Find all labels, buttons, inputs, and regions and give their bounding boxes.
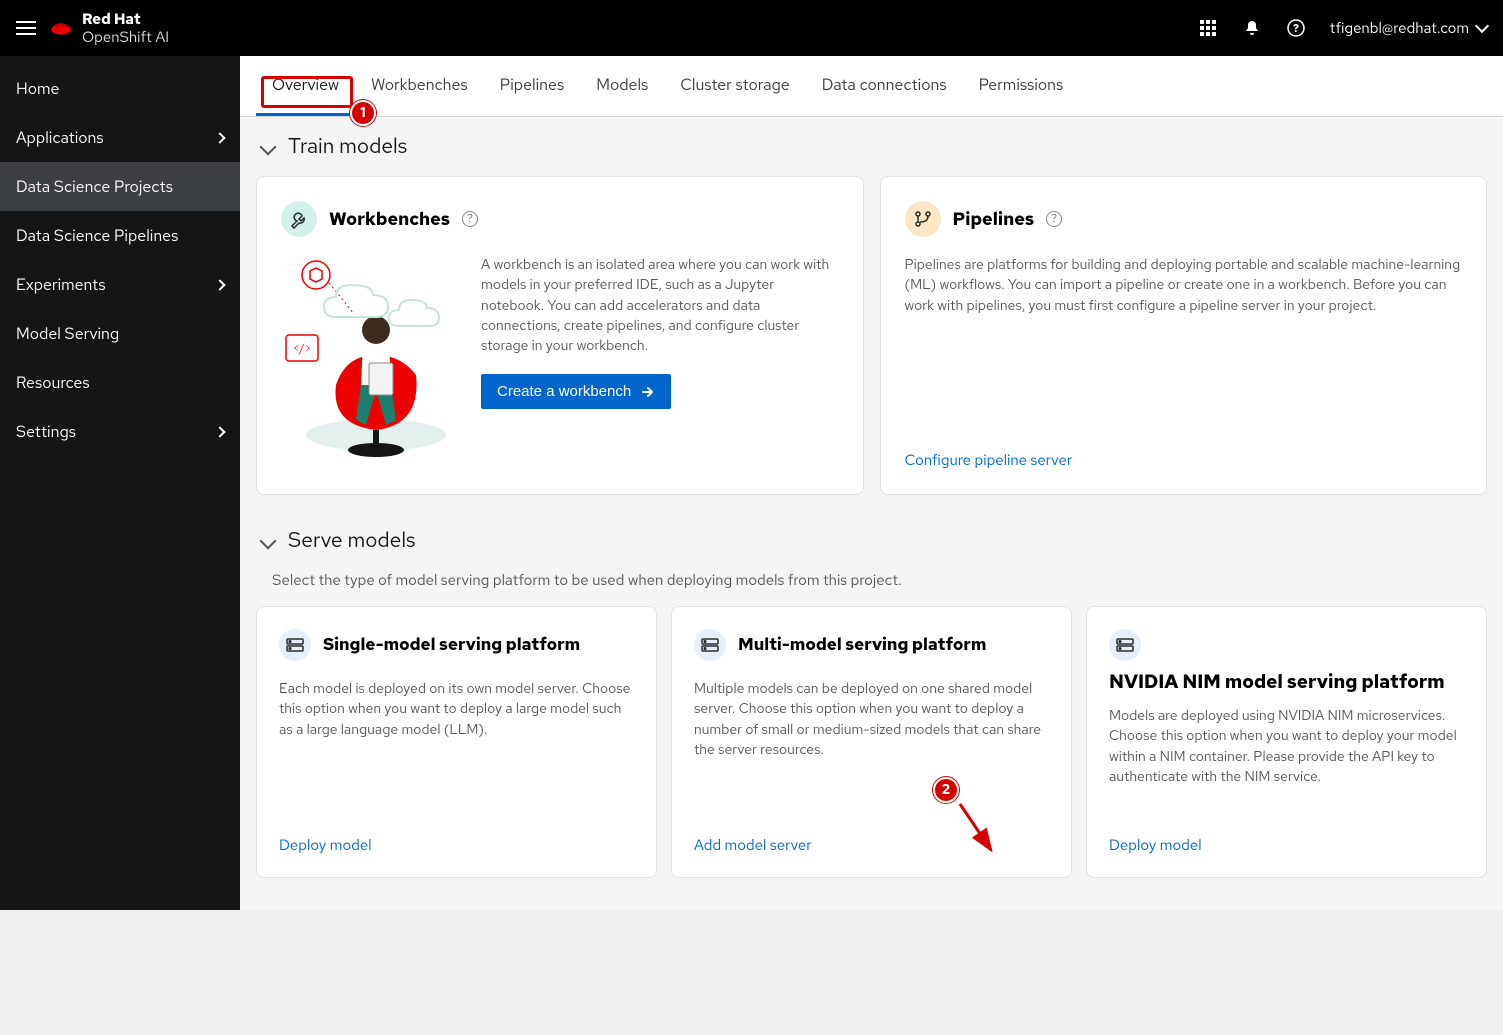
card-title: NVIDIA NIM model serving platform xyxy=(1109,669,1464,694)
brand-line1: Red Hat xyxy=(82,11,169,28)
tab-permissions[interactable]: Permissions xyxy=(963,56,1080,116)
annotation-badge-2: 2 xyxy=(933,777,959,803)
deploy-model-nim-link[interactable]: Deploy model xyxy=(1109,835,1202,855)
card-title: Pipelines xyxy=(953,208,1035,231)
chevron-right-icon xyxy=(214,426,225,437)
tab-cluster-storage[interactable]: Cluster storage xyxy=(664,56,805,116)
server-icon xyxy=(1109,629,1141,661)
card-title: Single-model serving platform xyxy=(323,634,580,656)
svg-text:?: ? xyxy=(1293,22,1299,36)
chevron-right-icon xyxy=(214,279,225,290)
arrow-right-icon xyxy=(641,385,655,399)
deploy-model-link[interactable]: Deploy model xyxy=(279,835,372,855)
add-model-server-link[interactable]: Add model server xyxy=(694,835,812,855)
server-icon xyxy=(694,629,726,661)
sidebar-item-label: Experiments xyxy=(16,274,106,295)
sidebar-item-label: Home xyxy=(16,78,59,99)
redhat-logo-icon xyxy=(48,15,74,41)
sidebar-item-data-science-projects[interactable]: Data Science Projects xyxy=(0,162,240,211)
branch-icon xyxy=(905,201,941,237)
tab-label: Workbenches xyxy=(371,74,468,95)
card-description: Each model is deployed on its own model … xyxy=(279,679,634,740)
help-tooltip-icon[interactable]: ? xyxy=(1046,211,1062,227)
brand: Red Hat OpenShift AI xyxy=(48,11,169,45)
tab-label: Cluster storage xyxy=(680,74,789,95)
workbenches-description: A workbench is an isolated area where yo… xyxy=(481,255,839,356)
sidebar-item-experiments[interactable]: Experiments xyxy=(0,260,240,309)
card-title: Multi-model serving platform xyxy=(738,634,986,656)
sidebar-item-model-serving[interactable]: Model Serving xyxy=(0,309,240,358)
sidebar-item-label: Data Science Projects xyxy=(16,176,173,197)
sidebar-item-label: Resources xyxy=(16,372,90,393)
chevron-down-icon xyxy=(260,532,277,549)
single-model-card: Single-model serving platform Each model… xyxy=(256,606,657,878)
card-title: Workbenches xyxy=(329,208,450,231)
user-menu[interactable]: tfigenbl@redhat.com xyxy=(1330,18,1487,38)
chevron-right-icon xyxy=(214,132,225,143)
tab-label: Permissions xyxy=(979,74,1064,95)
tab-data-connections[interactable]: Data connections xyxy=(806,56,963,116)
button-label: Create a workbench xyxy=(497,383,631,400)
annotation-badge-1: 1 xyxy=(350,100,376,126)
brand-line2: OpenShift AI xyxy=(82,29,169,46)
bell-icon[interactable] xyxy=(1242,18,1262,38)
sidebar-item-settings[interactable]: Settings xyxy=(0,407,240,456)
sidebar-item-data-science-pipelines[interactable]: Data Science Pipelines xyxy=(0,211,240,260)
sidebar-item-resources[interactable]: Resources xyxy=(0,358,240,407)
sidebar-item-label: Data Science Pipelines xyxy=(16,225,178,246)
caret-down-icon xyxy=(1475,19,1489,33)
pipelines-card: Pipelines ? Pipelines are platforms for … xyxy=(880,176,1488,495)
sidebar-item-label: Model Serving xyxy=(16,323,119,344)
server-icon xyxy=(279,629,311,661)
multi-model-card: Multi-model serving platform Multiple mo… xyxy=(671,606,1072,878)
pipelines-description: Pipelines are platforms for building and… xyxy=(905,255,1463,316)
create-workbench-button[interactable]: Create a workbench xyxy=(481,374,671,409)
tab-label: Pipelines xyxy=(500,74,564,95)
sidebar-item-applications[interactable]: Applications xyxy=(0,113,240,162)
workbenches-card: Workbenches ? xyxy=(256,176,864,495)
tab-label: Models xyxy=(596,74,648,95)
serve-description: Select the type of model serving platfor… xyxy=(272,570,1487,590)
wrench-icon xyxy=(281,201,317,237)
section-title: Serve models xyxy=(288,527,416,554)
configure-pipeline-server-link[interactable]: Configure pipeline server xyxy=(905,450,1073,470)
svg-text:</>: </> xyxy=(293,342,311,356)
tab-label: Overview xyxy=(272,74,339,95)
train-models-header[interactable]: Train models xyxy=(256,133,1487,160)
tab-label: Data connections xyxy=(822,74,947,95)
help-tooltip-icon[interactable]: ? xyxy=(462,211,478,227)
sidebar-item-label: Settings xyxy=(16,421,76,442)
sidebar-item-home[interactable]: Home xyxy=(0,64,240,113)
tab-pipelines[interactable]: Pipelines xyxy=(484,56,580,116)
sidebar-item-label: Applications xyxy=(16,127,104,148)
card-description: Multiple models can be deployed on one s… xyxy=(694,679,1049,760)
workbench-illustration: </> xyxy=(281,255,461,470)
apps-icon[interactable] xyxy=(1198,18,1218,38)
sidebar-toggle[interactable] xyxy=(16,18,36,38)
section-title: Train models xyxy=(288,133,407,160)
tab-models[interactable]: Models xyxy=(580,56,664,116)
user-email: tfigenbl@redhat.com xyxy=(1330,18,1469,38)
help-icon[interactable]: ? xyxy=(1286,18,1306,38)
card-description: Models are deployed using NVIDIA NIM mic… xyxy=(1109,706,1464,787)
tab-overview[interactable]: Overview xyxy=(256,56,355,116)
nvidia-nim-card: NVIDIA NIM model serving platform Models… xyxy=(1086,606,1487,878)
serve-models-header[interactable]: Serve models xyxy=(256,527,1487,554)
chevron-down-icon xyxy=(260,138,277,155)
